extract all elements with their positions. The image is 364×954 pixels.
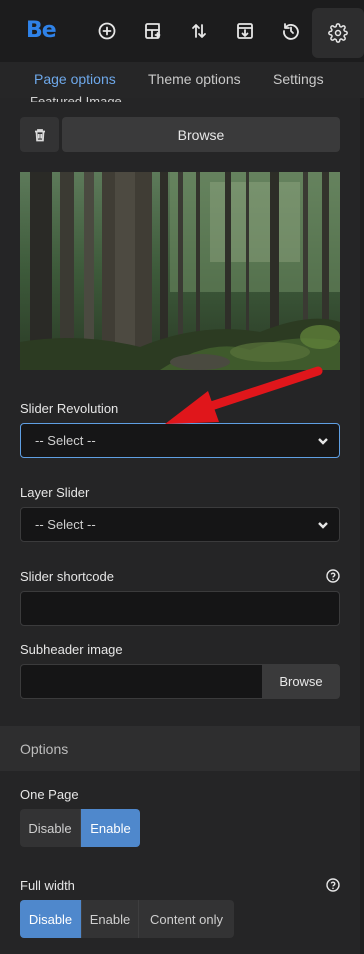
trash-icon xyxy=(34,128,45,141)
full-width-label: Full width xyxy=(20,878,75,893)
one-page-enable-option[interactable]: Enable xyxy=(81,809,140,847)
slider-shortcode-label: Slider shortcode xyxy=(20,569,114,584)
top-toolbar: Be xyxy=(0,0,364,62)
download-icon[interactable] xyxy=(227,13,263,49)
chevron-down-icon xyxy=(317,435,329,447)
history-icon[interactable] xyxy=(273,13,309,49)
subheader-image-input[interactable] xyxy=(20,664,262,699)
help-icon[interactable] xyxy=(326,878,340,892)
one-page-label: One Page xyxy=(20,787,79,802)
one-page-toggle: Disable Enable xyxy=(20,809,140,847)
full-width-toggle: Disable Enable Content only xyxy=(20,900,234,938)
full-width-disable-option[interactable]: Disable xyxy=(20,900,82,938)
layer-slider-value: -- Select -- xyxy=(35,517,96,532)
subheader-browse-button[interactable]: Browse xyxy=(262,664,340,699)
help-icon[interactable] xyxy=(326,569,340,583)
options-tabs: Page options Theme options Settings xyxy=(0,62,364,98)
sort-icon[interactable] xyxy=(181,13,217,49)
slider-revolution-value: -- Select -- xyxy=(35,433,96,448)
layer-slider-select[interactable]: -- Select -- xyxy=(20,507,340,542)
featured-image-label: Featured Image xyxy=(30,94,122,102)
full-width-content-only-option[interactable]: Content only xyxy=(139,900,234,938)
layout-add-icon[interactable] xyxy=(135,13,171,49)
tab-settings[interactable]: Settings xyxy=(273,71,324,87)
featured-image-preview xyxy=(20,172,340,370)
gear-icon[interactable] xyxy=(312,8,364,58)
chevron-down-icon xyxy=(317,519,329,531)
one-page-disable-option[interactable]: Disable xyxy=(20,809,81,847)
forest-image xyxy=(20,172,340,370)
featured-browse-button[interactable]: Browse xyxy=(62,117,340,152)
subheader-image-label: Subheader image xyxy=(20,642,123,657)
remove-image-button[interactable] xyxy=(20,117,59,152)
add-icon[interactable] xyxy=(89,13,125,49)
full-width-enable-option[interactable]: Enable xyxy=(82,900,139,938)
options-section-title: Options xyxy=(20,740,69,757)
logo[interactable]: Be xyxy=(26,18,57,43)
tab-page-options[interactable]: Page options xyxy=(34,71,116,87)
tab-theme-options[interactable]: Theme options xyxy=(148,71,241,87)
options-section-header: Options xyxy=(0,726,360,771)
slider-shortcode-input[interactable] xyxy=(20,591,340,626)
layer-slider-label: Layer Slider xyxy=(20,485,90,500)
slider-revolution-select[interactable]: -- Select -- xyxy=(20,423,340,458)
slider-revolution-label: Slider Revolution xyxy=(20,401,119,416)
